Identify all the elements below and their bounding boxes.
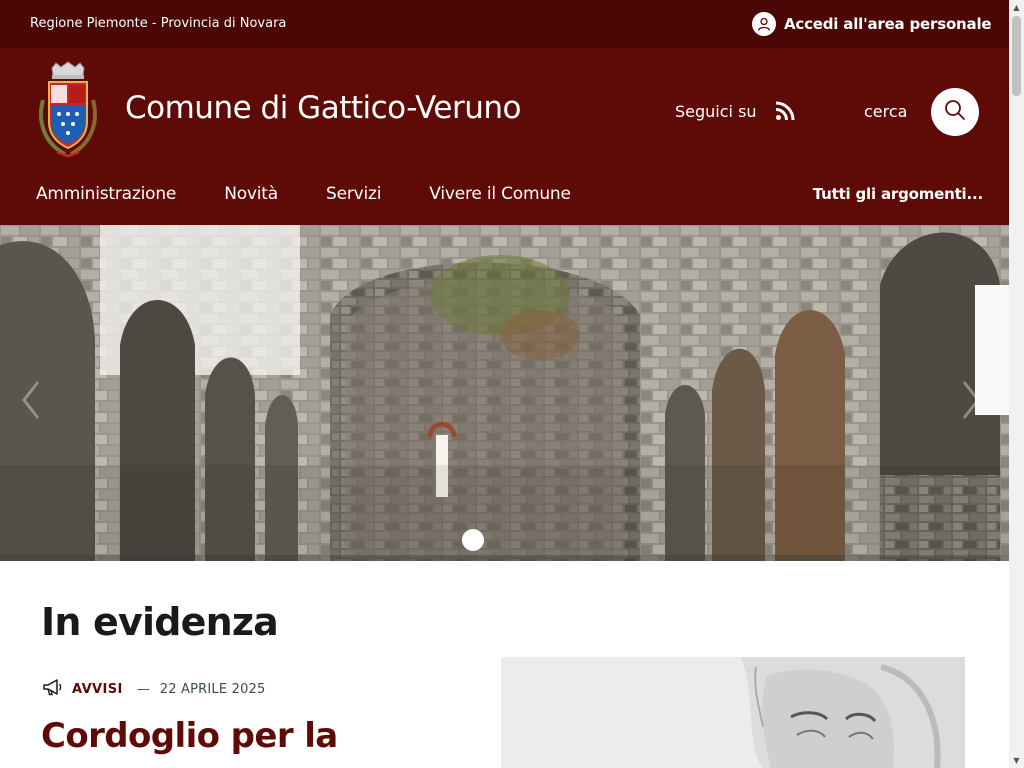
slim-header: Regione Piemonte - Provincia di Novara A… (0, 0, 1009, 48)
nav-item-vivere-il-comune[interactable]: Vivere il Comune (429, 184, 571, 204)
article-date: 22 APRILE 2025 (159, 681, 266, 697)
page: Regione Piemonte - Provincia di Novara A… (0, 0, 1009, 768)
scroll-up-arrow[interactable]: ▲ (1009, 0, 1024, 15)
login-button[interactable]: Accedi all'area personale (752, 12, 992, 36)
carousel-next-arrow[interactable] (962, 380, 980, 420)
meta-separator: — (136, 681, 150, 697)
social-follow: Seguici su (675, 101, 795, 121)
hero-carousel (0, 225, 1009, 561)
nav-item-amministrazione[interactable]: Amministrazione (36, 184, 176, 204)
carousel-indicator-dot[interactable] (462, 529, 484, 551)
main-nav: Amministrazione Novità Servizi Vivere il… (36, 184, 619, 204)
center-header: Comune di Gattico-Veruno Seguici su cerc… (0, 48, 1009, 225)
municipal-crest-logo[interactable] (35, 60, 101, 160)
nav-item-servizi[interactable]: Servizi (326, 184, 381, 204)
article-image[interactable] (501, 657, 965, 768)
all-topics-link[interactable]: Tutti gli argomenti... (813, 185, 983, 203)
megaphone-icon (42, 678, 64, 700)
page-scrollbar[interactable]: ▲ ▼ (1009, 0, 1024, 768)
hero-image (0, 225, 1009, 561)
scrollbar-thumb[interactable] (1012, 16, 1021, 96)
user-icon (752, 12, 776, 36)
carousel-prev-arrow[interactable] (22, 380, 40, 420)
region-label[interactable]: Regione Piemonte - Provincia di Novara (30, 16, 286, 31)
article-headline[interactable]: Cordoglio per la (41, 716, 338, 756)
scroll-down-arrow[interactable]: ▼ (1009, 753, 1024, 768)
social-label: Seguici su (675, 101, 757, 121)
category-link[interactable]: AVVISI (72, 682, 123, 697)
rss-icon[interactable] (775, 101, 795, 121)
search-label: cerca (864, 102, 908, 121)
section-title: In evidenza (41, 600, 279, 644)
site-title[interactable]: Comune di Gattico-Veruno (125, 90, 521, 126)
search-button[interactable] (931, 88, 979, 136)
login-label: Accedi all'area personale (784, 15, 992, 33)
nav-item-novita[interactable]: Novità (224, 184, 278, 204)
search-icon (944, 99, 966, 125)
article-meta: AVVISI — 22 APRILE 2025 (42, 678, 266, 700)
